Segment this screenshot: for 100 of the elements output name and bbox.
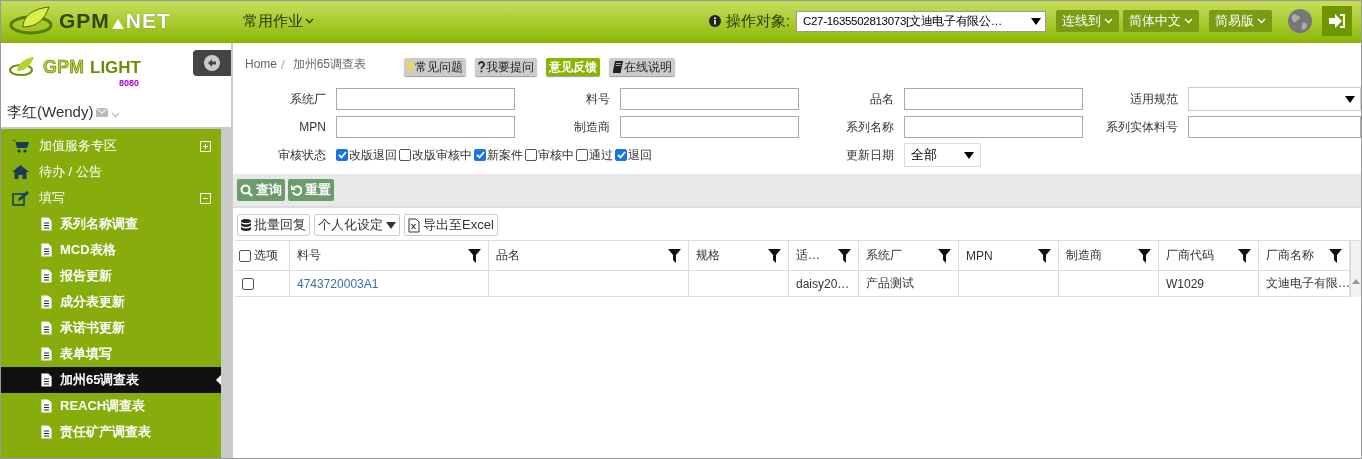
- operator-label: 操作对象:: [725, 11, 790, 31]
- checkbox-label[interactable]: 改版退回: [349, 146, 397, 164]
- logo-subtitle: 8080: [119, 78, 141, 88]
- help-button[interactable]: 常见问题: [404, 58, 466, 76]
- status-checkbox[interactable]: [399, 149, 411, 161]
- column-header[interactable]: 规格: [696, 247, 720, 264]
- status-checkbox[interactable]: [525, 149, 537, 161]
- reset-icon: [291, 184, 302, 196]
- sidebar-logo-text: LIGHT: [90, 58, 141, 78]
- filter-icon[interactable]: [1038, 248, 1051, 263]
- column-header[interactable]: 适…: [796, 247, 820, 264]
- document-icon: [41, 295, 52, 309]
- text-field[interactable]: [904, 88, 1083, 110]
- checkbox-label[interactable]: 改版审核中: [412, 146, 472, 164]
- document-icon: [41, 269, 52, 283]
- filter-icon[interactable]: [1238, 248, 1251, 263]
- field-label: 系列实体料号: [1105, 118, 1179, 136]
- excel-file-icon: [408, 217, 420, 233]
- field-label: 品名: [869, 90, 895, 108]
- table-cell: 产品测试: [859, 271, 959, 297]
- checkbox-label[interactable]: 退回: [628, 146, 652, 164]
- cart-icon: [12, 139, 29, 153]
- help-button[interactable]: 我要提问: [475, 58, 537, 76]
- part-number-link[interactable]: 4743720003A1: [297, 276, 379, 291]
- document-icon: [41, 217, 52, 231]
- status-checkbox[interactable]: [576, 149, 588, 161]
- caret-icon: [964, 151, 974, 159]
- collapse-square-icon[interactable]: [200, 192, 211, 204]
- question-icon: [478, 61, 485, 73]
- field-label: 制造商: [573, 118, 611, 136]
- document-icon: [41, 321, 52, 335]
- table-tool-button[interactable]: 个人化设定: [314, 214, 400, 236]
- sidebar-subitem[interactable]: 加州65调查表: [1, 367, 221, 393]
- sidebar-scrollbar[interactable]: [221, 129, 231, 458]
- column-header[interactable]: 厂商代码: [1166, 247, 1214, 264]
- select-all-checkbox[interactable]: [239, 249, 251, 262]
- collapse-sidebar-button[interactable]: [193, 50, 231, 76]
- checkmark-icon: [337, 151, 347, 159]
- field-label: 审核状态: [277, 146, 327, 164]
- breadcrumb-separator: /: [281, 56, 285, 72]
- document-icon: [41, 243, 52, 257]
- field-label: MPN: [298, 120, 327, 134]
- text-field[interactable]: [904, 116, 1083, 138]
- text-field[interactable]: [620, 116, 799, 138]
- caret-icon: [1345, 95, 1355, 103]
- document-icon: [41, 425, 52, 439]
- operator-select[interactable]: C27-1635502813073[文迪电子有限公…: [796, 10, 1046, 32]
- sign-out-icon: [1329, 14, 1345, 28]
- column-header[interactable]: 品名: [496, 247, 520, 264]
- column-header[interactable]: MPN: [966, 248, 993, 263]
- chevron-icon: [1257, 18, 1266, 24]
- column-header[interactable]: 厂商名称: [1266, 247, 1314, 264]
- leaf-logo-icon: [9, 56, 37, 78]
- menu-dropdown[interactable]: 常用作业: [243, 11, 314, 31]
- filter-icon[interactable]: [838, 248, 851, 263]
- select-field[interactable]: [1188, 87, 1361, 111]
- home-icon: [12, 165, 29, 179]
- status-checkbox[interactable]: [336, 149, 348, 161]
- help-button[interactable]: 在线说明: [609, 58, 675, 76]
- text-field[interactable]: [336, 116, 515, 138]
- date-select[interactable]: 全部: [904, 143, 981, 167]
- table-tool-button[interactable]: 导出至Excel: [404, 214, 498, 236]
- filter-icon[interactable]: [1138, 248, 1151, 263]
- table-cell: W1029: [1159, 271, 1259, 297]
- field-label: 系统厂: [289, 90, 327, 108]
- expand-square-icon[interactable]: [200, 140, 211, 152]
- breadcrumb-item[interactable]: Home: [245, 57, 277, 71]
- chevron-icon: [1104, 18, 1113, 24]
- filter-icon[interactable]: [768, 248, 781, 263]
- sidebar-logo-text: GPM: [43, 57, 84, 78]
- column-header[interactable]: 料号: [297, 247, 321, 264]
- lightbulb-icon: [407, 61, 414, 73]
- column-header[interactable]: 系统厂: [866, 247, 902, 264]
- column-header[interactable]: 制造商: [1066, 247, 1102, 264]
- scroll-up-icon[interactable]: [1352, 279, 1360, 284]
- filter-icon[interactable]: [938, 248, 951, 263]
- filter-icon[interactable]: [668, 248, 681, 263]
- status-checkbox[interactable]: [615, 149, 627, 161]
- checkbox-label[interactable]: 审核中: [538, 146, 574, 164]
- text-field[interactable]: [620, 88, 799, 110]
- filter-icon[interactable]: [468, 248, 481, 263]
- field-label: 更新日期: [845, 146, 895, 164]
- chevron-icon: [111, 112, 121, 118]
- filter-icon[interactable]: [1329, 248, 1342, 263]
- user-name[interactable]: 李红(Wendy): [7, 103, 94, 122]
- checkbox-label[interactable]: 通过: [589, 146, 613, 164]
- document-icon: [41, 373, 52, 387]
- checkmark-icon: [616, 151, 626, 159]
- text-field[interactable]: [1188, 116, 1361, 138]
- globe-icon[interactable]: [1288, 9, 1312, 33]
- text-field[interactable]: [336, 88, 515, 110]
- table-tool-button[interactable]: 批量回复: [237, 214, 310, 236]
- row-checkbox[interactable]: [242, 277, 254, 290]
- logout-button[interactable]: [1322, 6, 1352, 36]
- search-icon: [240, 183, 253, 197]
- triangle-icon: [111, 19, 124, 29]
- checkbox-label[interactable]: 新案件: [487, 146, 523, 164]
- chevron-icon: [1184, 18, 1193, 24]
- arrow-left-circle-icon: [204, 55, 220, 71]
- status-checkbox[interactable]: [474, 149, 486, 161]
